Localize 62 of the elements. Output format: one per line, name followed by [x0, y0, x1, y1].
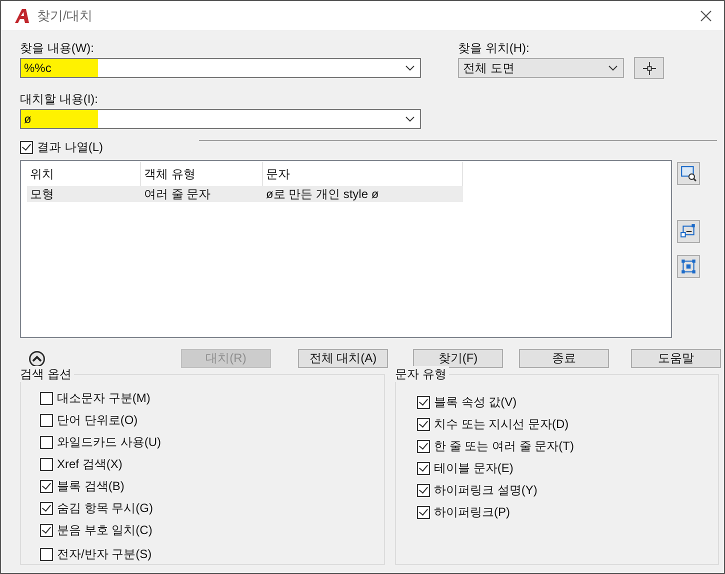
option-checkbox[interactable] — [40, 480, 53, 492]
field-label: 대치할 내용(I): — [20, 91, 99, 107]
option-checkbox[interactable] — [417, 484, 430, 496]
dialog-button[interactable]: 도움말 — [631, 349, 721, 368]
table-cell-text: ø로 만든 개인 style ø — [265, 186, 380, 202]
checkbox-label: 한 줄 또는 여러 줄 문자(T) — [434, 438, 574, 454]
chevron-down-icon — [405, 116, 415, 122]
option-checkbox[interactable] — [417, 418, 430, 430]
option-checkbox[interactable] — [417, 440, 430, 452]
window-title: 찾기/대치 — [37, 6, 93, 24]
field-label: 찾을 위치(H): — [458, 40, 530, 56]
checkbox-label: 테이블 문자(E) — [434, 460, 514, 476]
checkbox-label: 하이퍼링크(P) — [434, 504, 510, 520]
checkbox-label: 하이퍼링크 설명(Y) — [434, 482, 538, 498]
selection-frame-icon — [680, 258, 697, 275]
magnifier-icon — [680, 165, 697, 182]
checkbox-label: 와일드카드 사용(U) — [57, 434, 161, 450]
checkbox-label: 결과 나열(L) — [37, 138, 103, 156]
checkbox-label: 치수 또는 지시선 문자(D) — [434, 416, 569, 432]
field-label: 찾을 내용(W): — [20, 40, 95, 56]
group-title: 검색 옵션 — [20, 366, 74, 382]
replace-with-combobox[interactable]: ø — [20, 109, 421, 129]
option-checkbox[interactable] — [40, 524, 53, 536]
chevron-down-icon — [608, 65, 618, 71]
selection-set-button[interactable] — [677, 255, 700, 278]
option-checkbox[interactable] — [40, 548, 53, 560]
selection-frame-icon — [680, 223, 697, 240]
option-checkbox[interactable] — [40, 414, 53, 426]
group-title: 문자 유형 — [395, 366, 450, 382]
find-what-combobox[interactable]: %%c — [20, 58, 421, 78]
option-checkbox[interactable] — [40, 436, 53, 448]
selection-set-button[interactable] — [677, 220, 700, 243]
list-results-checkbox[interactable] — [20, 140, 33, 154]
option-checkbox[interactable] — [40, 458, 53, 470]
checkbox-label: 분음 부호 일치(C) — [57, 522, 152, 538]
checkbox-label: 단어 단위로(O) — [57, 412, 138, 428]
dialog-button[interactable]: 종료 — [519, 349, 609, 368]
results-list[interactable]: 위치 객체 유형 문자 모형 여러 줄 문자 ø로 만든 개인 style ø — [20, 160, 672, 338]
checkbox-label: 대소문자 구분(M) — [57, 390, 150, 406]
result-row[interactable]: 모형 여러 줄 문자 ø로 만든 개인 style ø — [27, 186, 463, 202]
checkbox-label: 숨김 항목 무시(G) — [57, 500, 153, 516]
option-checkbox[interactable] — [417, 462, 430, 474]
table-cell-text: 여러 줄 문자 — [143, 186, 212, 202]
select-objects-button[interactable] — [634, 57, 664, 79]
collapse-icon[interactable] — [28, 350, 46, 368]
option-checkbox[interactable] — [40, 392, 53, 404]
checkbox-label: 블록 속성 값(V) — [434, 394, 517, 410]
checkbox-label: 블록 검색(B) — [57, 478, 124, 494]
checkbox-label: 전자/반자 구분(S) — [57, 546, 152, 562]
checkbox-label: Xref 검색(X) — [57, 456, 122, 472]
option-checkbox[interactable] — [40, 502, 53, 514]
app-logo-icon — [14, 8, 30, 24]
close-icon[interactable] — [700, 10, 712, 22]
dialog-button[interactable]: 찾기(F) — [413, 349, 503, 368]
table-cell-text: 모형 — [29, 186, 55, 202]
option-checkbox[interactable] — [417, 506, 430, 518]
option-checkbox[interactable] — [417, 396, 430, 408]
dialog-button[interactable]: 전체 대치(A) — [298, 349, 388, 368]
find-where-dropdown[interactable]: 전체 도면 — [458, 58, 624, 78]
chevron-down-icon — [405, 65, 415, 71]
crosshair-icon — [642, 62, 656, 74]
zoom-to-button[interactable] — [677, 162, 700, 185]
